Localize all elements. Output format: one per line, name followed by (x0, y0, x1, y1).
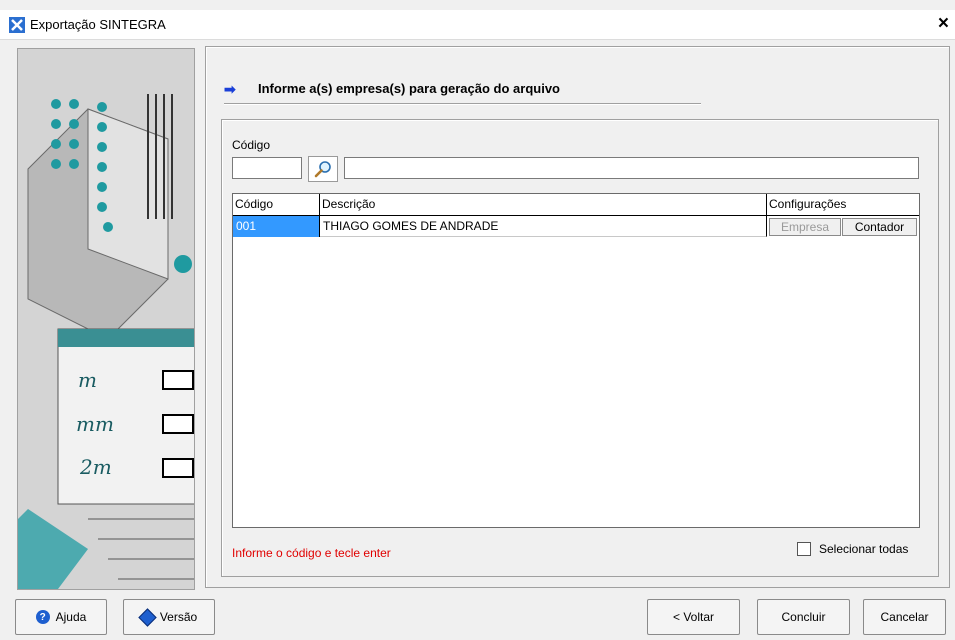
column-header-codigo[interactable]: Código (233, 194, 320, 215)
close-button[interactable]: × (938, 13, 949, 35)
description-input[interactable] (344, 157, 919, 179)
wizard-side-image: m mm 2m (17, 48, 195, 590)
search-button[interactable] (308, 156, 338, 182)
step-heading: Informe a(s) empresa(s) para geração do … (258, 81, 560, 96)
back-button[interactable]: < Voltar (647, 599, 740, 635)
hint-text: Informe o código e tecle enter (232, 546, 391, 560)
table-row[interactable]: 001 THIAGO GOMES DE ANDRADE Empresa Cont… (233, 216, 919, 237)
checkbox-box[interactable] (797, 542, 811, 556)
select-all-checkbox[interactable]: Selecionar todas (797, 542, 908, 556)
column-header-configuracoes[interactable]: Configurações (767, 194, 919, 215)
help-button[interactable]: ? Ajuda (15, 599, 107, 635)
heading-divider (224, 103, 701, 105)
arrow-right-icon: ➡ (224, 81, 236, 97)
back-label: < Voltar (672, 610, 715, 624)
search-icon (314, 161, 331, 178)
wizard-panel: ➡ Informe a(s) empresa(s) para geração d… (205, 46, 950, 588)
finish-button[interactable]: Concluir (757, 599, 850, 635)
codigo-label: Código (232, 138, 271, 152)
cancel-label: Cancelar (880, 610, 929, 624)
version-icon (138, 607, 157, 627)
empresa-config-button[interactable]: Empresa (769, 218, 841, 236)
cancel-button[interactable]: Cancelar (863, 599, 946, 635)
finish-label: Concluir (781, 610, 826, 624)
help-label: Ajuda (55, 610, 87, 624)
window-title: Exportação SINTEGRA (30, 17, 166, 32)
svg-text:mm: mm (76, 412, 114, 436)
help-icon: ? (35, 610, 50, 624)
grid-header: Código Descrição Configurações (233, 194, 919, 216)
row-descricao[interactable]: THIAGO GOMES DE ANDRADE (320, 216, 767, 237)
company-selection-group: Código Código Descrição Configurações 00… (221, 119, 939, 577)
app-icon (9, 17, 25, 33)
version-button[interactable]: Versão (123, 599, 215, 635)
svg-text:2m: 2m (79, 455, 112, 479)
row-codigo[interactable]: 001 (233, 216, 320, 237)
select-all-label: Selecionar todas (819, 542, 909, 556)
version-label: Versão (159, 610, 198, 624)
column-header-descricao[interactable]: Descrição (320, 194, 767, 215)
title-bar: Exportação SINTEGRA × (0, 10, 955, 40)
svg-text:m: m (78, 368, 97, 392)
contador-config-button[interactable]: Contador (842, 218, 917, 236)
codigo-input[interactable] (232, 157, 302, 179)
companies-grid: Código Descrição Configurações 001 THIAG… (232, 193, 920, 528)
